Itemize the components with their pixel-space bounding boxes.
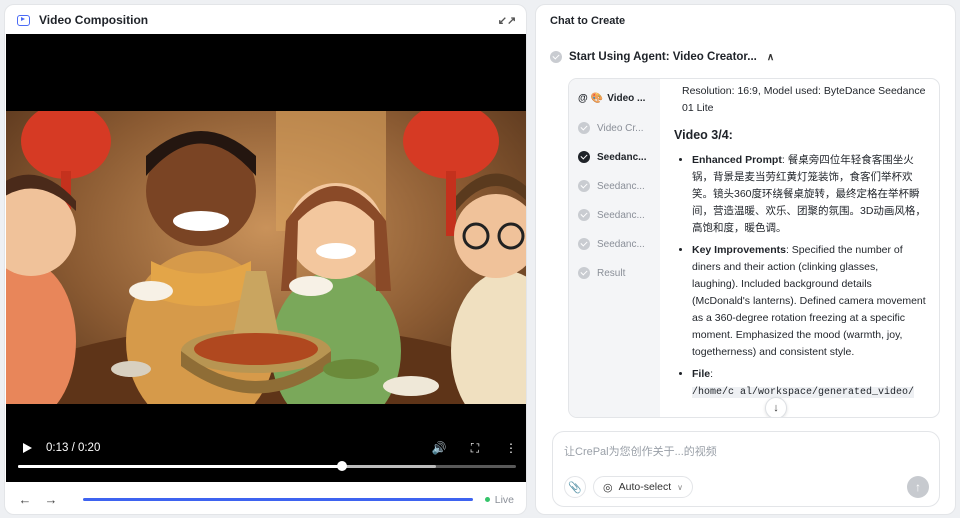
chat-panel-title: Chat to Create — [550, 15, 626, 27]
check-icon — [578, 122, 590, 134]
video-controls: 0:13 / 0:20 🔊 ⛶ ⋮ — [14, 438, 519, 458]
step-label: Seedanc... — [597, 180, 645, 192]
step-content: Resolution: 16:9, Model used: ByteDance … — [660, 79, 939, 417]
chevron-down-icon: ∨ — [677, 482, 683, 492]
check-icon — [578, 180, 590, 192]
step-item[interactable]: Seedanc... — [578, 209, 645, 221]
check-icon — [578, 238, 590, 250]
chat-input-card: 让CrePal为您创作关于...的视频 📎 ◎ Auto-select ∨ ↑ — [552, 431, 940, 507]
more-options-icon[interactable]: ⋮ — [503, 441, 519, 455]
list-item: File: /home/c al/workspace/generated_vid… — [692, 366, 927, 401]
key-improvements-label: Key Improvements — [692, 244, 786, 256]
step-item[interactable]: @ 🎨 Video ... — [578, 93, 645, 104]
live-indicator-dot — [484, 497, 490, 502]
list-item: Key Improvements: Specified the number o… — [692, 242, 927, 361]
file-label: File — [692, 368, 711, 380]
step-label: Seedanc... — [597, 209, 645, 221]
step-label: Seedanc... — [597, 151, 647, 163]
model-select[interactable]: ◎ Auto-select ∨ — [593, 476, 693, 498]
check-icon — [550, 51, 562, 63]
chat-panel: Chat to Create Start Using Agent: Video … — [535, 4, 956, 515]
check-icon — [578, 151, 590, 163]
send-arrow-icon[interactable]: ↑ — [907, 476, 929, 498]
model-select-label: Auto-select — [618, 481, 672, 493]
step-item[interactable]: Seedanc... — [578, 238, 645, 250]
step-item[interactable]: Result — [578, 267, 625, 279]
chevron-up-icon[interactable]: ∧ — [767, 52, 774, 63]
check-icon — [578, 209, 590, 221]
volume-icon[interactable]: 🔊 — [431, 441, 447, 455]
video-time: 0:13 / 0:20 — [46, 442, 101, 454]
step-label: Video Cr... — [597, 122, 644, 134]
at-icon: @ — [578, 93, 588, 104]
key-improvements-text: : Specified the number of diners and the… — [692, 244, 926, 358]
scroll-down-arrow-icon[interactable]: ↓ — [765, 397, 787, 417]
agent-title: Start Using Agent: Video Creator... — [569, 51, 757, 63]
video-panel-title: Video Composition — [39, 13, 149, 27]
target-icon: ◎ — [603, 481, 613, 494]
video-panel-header: Video Composition ↙↗ — [5, 5, 526, 35]
live-label: Live — [494, 493, 514, 506]
list-item: Enhanced Prompt: 餐桌旁四位年轻食客围坐火锅，背景是麦当劳红黄灯… — [692, 152, 927, 237]
content-list: Enhanced Prompt: 餐桌旁四位年轻食客围坐火锅，背景是麦当劳红黄灯… — [674, 152, 927, 401]
enhanced-prompt-text: : 餐桌旁四位年轻食客围坐火锅，背景是麦当劳红黄灯笼装饰，食客们举杯欢笑。镜头3… — [692, 154, 926, 234]
agent-header[interactable]: Start Using Agent: Video Creator... ∧ — [550, 51, 774, 63]
hotpot-scene-illustration — [6, 111, 526, 404]
steps-list: @ 🎨 Video ... Video Cr... Seedanc... See… — [569, 79, 660, 417]
avatar-icon: 🎨 — [590, 93, 604, 104]
check-icon — [578, 267, 590, 279]
play-button[interactable] — [20, 441, 34, 455]
video-progress-track[interactable] — [18, 461, 516, 471]
video-progress-fill — [18, 465, 342, 468]
agent-steps-box: @ 🎨 Video ... Video Cr... Seedanc... See… — [568, 78, 940, 418]
step-item[interactable]: Video Cr... — [578, 122, 644, 134]
diner-left — [6, 174, 76, 404]
forward-arrow-icon[interactable]: → — [43, 492, 59, 508]
fullscreen-icon[interactable]: ⛶ — [467, 441, 483, 455]
video-progress-thumb[interactable] — [336, 461, 347, 471]
file-path[interactable]: /home/c al/workspace/generated_video/ — [692, 387, 915, 398]
back-arrow-icon[interactable]: ← — [17, 492, 33, 508]
paperclip-icon[interactable]: 📎 — [564, 476, 586, 498]
step-label: Seedanc... — [597, 238, 645, 250]
video-frame — [6, 111, 526, 404]
timeline-bar[interactable] — [83, 498, 473, 501]
content-intro: Resolution: 16:9, Model used: ByteDance … — [682, 85, 926, 114]
video-composition-panel: Video Composition ↙↗ 0:13 / 0:20 🔊 ⛶ ⋮ ←… — [4, 4, 527, 515]
collapse-icon[interactable]: ↙↗ — [498, 13, 516, 27]
step-item[interactable]: Seedanc... — [578, 151, 646, 163]
chat-input[interactable]: 让CrePal为您创作关于...的视频 — [564, 443, 717, 459]
video-player[interactable]: 0:13 / 0:20 🔊 ⛶ ⋮ — [6, 34, 526, 482]
step-item[interactable]: Seedanc... — [578, 180, 645, 192]
step-label: Result — [597, 267, 626, 279]
video-icon — [17, 14, 30, 26]
video-panel-footer: ← → Live — [5, 483, 526, 514]
content-heading: Video 3/4: — [674, 128, 733, 142]
enhanced-prompt-label: Enhanced Prompt — [692, 154, 782, 166]
step-label: Video ... — [607, 93, 646, 104]
diner-right — [451, 173, 526, 404]
